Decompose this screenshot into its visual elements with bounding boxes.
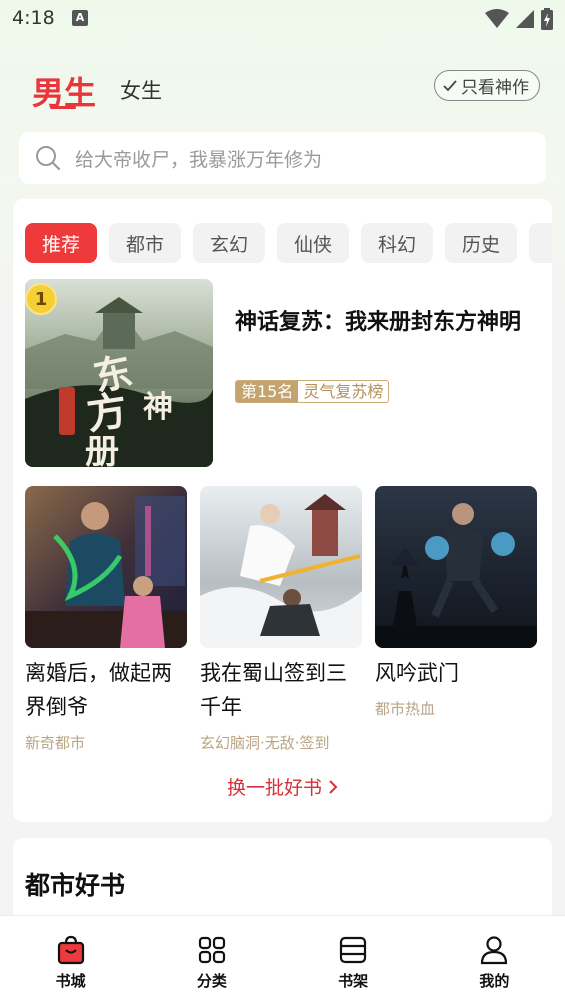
book-title: 离婚后，做起两界倒爷 — [25, 661, 172, 719]
check-icon — [443, 79, 457, 91]
book-title: 我在蜀山签到三千年 — [200, 661, 347, 719]
nav-label: 书架 — [338, 972, 369, 990]
book-title: 风吟武门 — [375, 661, 459, 685]
recommend-card: 推荐 都市 玄幻 仙侠 科幻 历史 东 方 神 册 1 神话复苏：我来册封东方神… — [13, 199, 552, 822]
book-cover — [25, 486, 187, 648]
signal-icon — [516, 10, 534, 28]
rank-tag[interactable]: 第15名 灵气复苏榜 — [235, 380, 390, 403]
cover-art — [200, 486, 362, 648]
nav-category[interactable]: 分类 — [141, 916, 282, 1004]
category-chips: 推荐 都市 玄幻 仙侠 科幻 历史 — [25, 223, 552, 263]
status-indicators — [485, 8, 553, 30]
book-tag: 新奇都市 — [25, 734, 86, 752]
book-tag: 都市热血 — [375, 700, 436, 718]
status-bar: 4:18 A — [0, 0, 565, 40]
search-icon — [36, 146, 61, 171]
cover-art — [375, 486, 537, 648]
svg-text:册: 册 — [85, 432, 119, 467]
book-card[interactable]: 离婚后，做起两界倒爷 新奇都市 — [25, 486, 187, 753]
notification-icon: A — [72, 10, 88, 26]
search-placeholder: 给大帝收尸，我暴涨万年修为 — [75, 148, 323, 171]
category-chip-xianxia[interactable]: 仙侠 — [277, 223, 349, 263]
only-best-label: 只看神作 — [461, 78, 529, 98]
category-chip-recommend[interactable]: 推荐 — [25, 223, 97, 263]
svg-text:神: 神 — [143, 390, 173, 425]
only-best-toggle[interactable]: 只看神作 — [434, 70, 540, 101]
cover-art — [25, 486, 187, 648]
nav-label: 书城 — [55, 972, 86, 990]
category-chip-more[interactable] — [529, 223, 552, 263]
featured-book-title[interactable]: 神话复苏：我来册封东方神明 — [235, 305, 540, 341]
section-title: 都市好书 — [25, 871, 126, 900]
book-cover — [375, 486, 537, 648]
category-chip-scifi[interactable]: 科幻 — [361, 223, 433, 263]
search-bar[interactable]: 给大帝收尸，我暴涨万年修为 — [19, 132, 546, 184]
book-card[interactable]: 我在蜀山签到三千年 玄幻脑洞·无敌·签到 — [200, 486, 362, 753]
category-chip-urban[interactable]: 都市 — [109, 223, 181, 263]
refresh-books-label: 换一批好书 — [226, 777, 322, 799]
wifi-icon — [485, 9, 509, 28]
book-cover — [200, 486, 362, 648]
bag-icon — [57, 935, 84, 965]
book-card[interactable]: 风吟武门 都市热血 — [375, 486, 537, 719]
grid-icon — [198, 936, 225, 964]
battery-icon — [541, 8, 553, 30]
category-chip-history[interactable]: 历史 — [445, 223, 517, 263]
profile-icon — [481, 936, 508, 965]
nav-label: 分类 — [196, 972, 227, 990]
nav-label: 我的 — [479, 972, 510, 990]
active-tab-indicator — [50, 106, 76, 109]
rank-badge: 1 — [25, 283, 57, 315]
bottom-nav: 书城 分类 书架 我的 — [0, 915, 565, 1004]
featured-book-cover[interactable]: 东 方 神 册 1 — [25, 279, 213, 467]
category-chip-fantasy[interactable]: 玄幻 — [193, 223, 265, 263]
rank-list-name: 灵气复苏榜 — [303, 382, 384, 401]
status-time: 4:18 — [12, 7, 55, 29]
nav-profile[interactable]: 我的 — [424, 916, 565, 1004]
nav-bookshelf[interactable]: 书架 — [283, 916, 424, 1004]
nav-bookstore[interactable]: 书城 — [0, 916, 141, 1004]
bookshelf-icon — [340, 936, 367, 964]
book-tag: 玄幻脑洞·无敌·签到 — [200, 734, 330, 752]
chevron-right-icon — [329, 780, 338, 794]
refresh-books-link[interactable]: 换一批好书 — [13, 773, 552, 800]
tab-female[interactable]: 女生 — [120, 75, 162, 105]
rank-position: 第15名 — [236, 381, 299, 402]
